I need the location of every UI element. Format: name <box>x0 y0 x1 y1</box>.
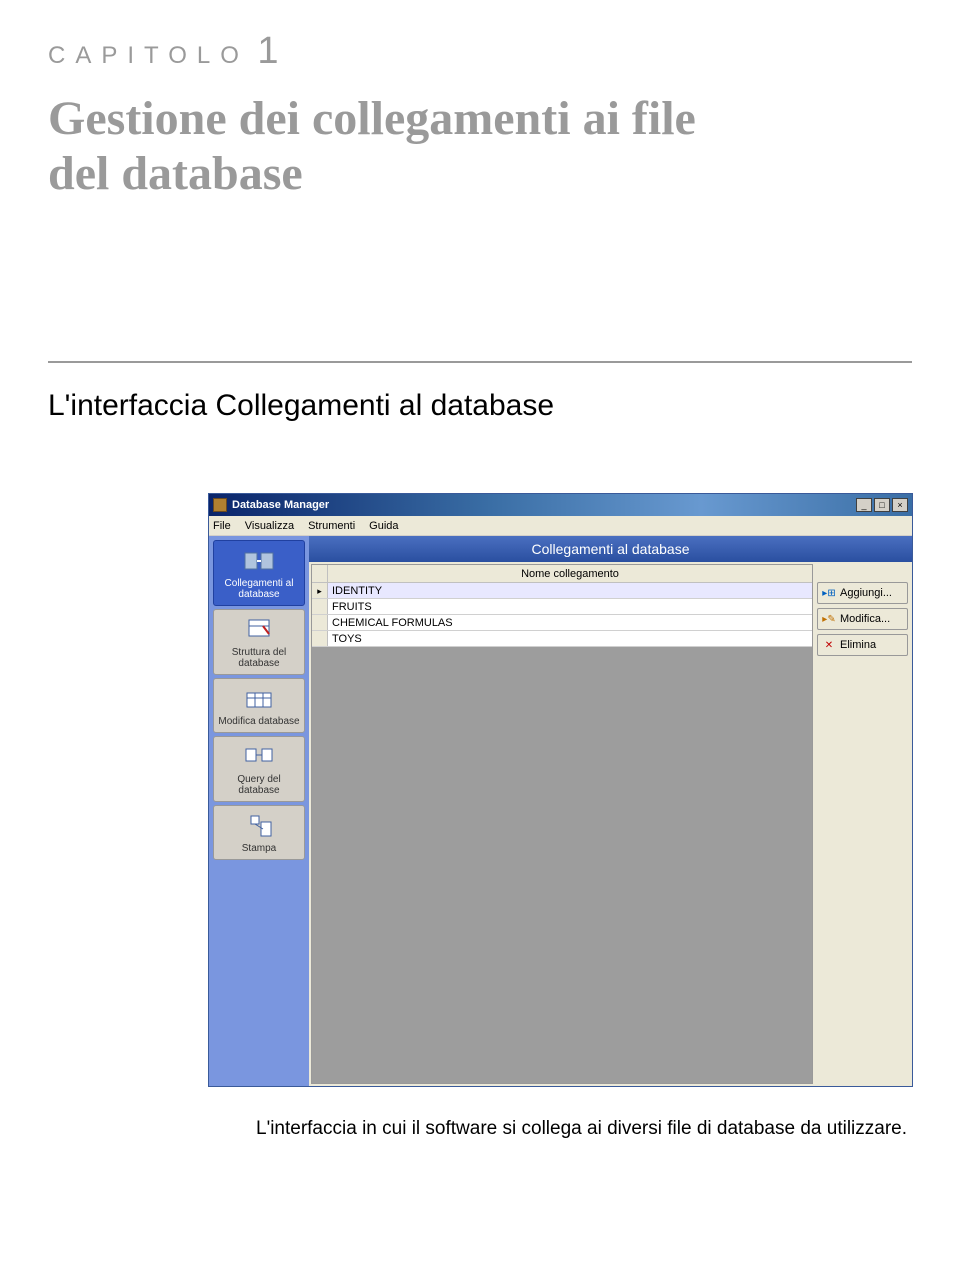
query-icon <box>243 743 275 771</box>
maximize-button[interactable]: □ <box>874 498 890 512</box>
chapter-heading: CAPITOLO 1 <box>48 30 912 73</box>
cell-nome: TOYS <box>328 631 812 646</box>
database-link-icon <box>243 547 275 575</box>
chapter-label: CAPITOLO <box>48 42 249 69</box>
menubar: File Visualizza Strumenti Guida <box>209 516 912 536</box>
titlebar: Database Manager _ □ × <box>209 494 912 516</box>
sidebar-item-label: Modifica database <box>218 716 299 727</box>
figure-caption: L'interfaccia in cui il software si coll… <box>256 1115 911 1144</box>
screenshot: Database Manager _ □ × File Visualizza S… <box>208 493 913 1087</box>
add-button[interactable]: ▸⊞ Aggiungi... <box>817 582 908 604</box>
close-button[interactable]: × <box>892 498 908 512</box>
column-header-nome[interactable]: Nome collegamento <box>328 565 812 582</box>
delete-button-label: Elimina <box>840 639 876 651</box>
delete-icon: ✕ <box>822 640 836 651</box>
edit-icon: ▸✎ <box>822 614 836 625</box>
row-marker <box>312 615 328 630</box>
edit-database-icon <box>243 685 275 713</box>
table-row[interactable]: CHEMICAL FORMULAS <box>312 615 812 631</box>
menu-visualizza[interactable]: Visualizza <box>245 520 294 532</box>
grid-header: Nome collegamento <box>312 565 812 583</box>
connection-grid: Nome collegamento ▸ IDENTITY FRUITS <box>311 564 813 1084</box>
title-line-1: Gestione dei collegamenti ai file <box>48 92 696 145</box>
main-panel-title: Collegamenti al database <box>309 536 912 562</box>
sidebar-item-query[interactable]: Query del database <box>213 736 305 802</box>
application-window: Database Manager _ □ × File Visualizza S… <box>208 493 913 1087</box>
print-icon <box>243 812 275 840</box>
cell-nome: IDENTITY <box>328 583 812 598</box>
menu-file[interactable]: File <box>213 520 231 532</box>
table-row[interactable]: FRUITS <box>312 599 812 615</box>
window-body: Collegamenti al database Struttura del d… <box>209 536 912 1086</box>
table-row[interactable]: TOYS <box>312 631 812 647</box>
sidebar-item-struttura[interactable]: Struttura del database <box>213 609 305 675</box>
section-title: L'interfaccia Collegamenti al database <box>48 389 912 423</box>
add-button-label: Aggiungi... <box>840 587 892 599</box>
app-icon <box>213 498 227 512</box>
row-marker: ▸ <box>312 583 328 598</box>
window-title: Database Manager <box>232 499 856 511</box>
window-controls: _ □ × <box>856 498 908 512</box>
delete-button[interactable]: ✕ Elimina <box>817 634 908 656</box>
action-buttons: ▸⊞ Aggiungi... ▸✎ Modifica... ✕ Elimina <box>815 564 910 1084</box>
main-panel: Collegamenti al database Nome collegamen… <box>309 536 912 1086</box>
cell-nome: FRUITS <box>328 599 812 614</box>
main-content: Nome collegamento ▸ IDENTITY FRUITS <box>309 562 912 1086</box>
sidebar: Collegamenti al database Struttura del d… <box>209 536 309 1086</box>
chapter-number: 1 <box>257 30 278 72</box>
row-marker <box>312 631 328 646</box>
divider <box>48 361 912 363</box>
modify-button[interactable]: ▸✎ Modifica... <box>817 608 908 630</box>
table-row[interactable]: ▸ IDENTITY <box>312 583 812 599</box>
sidebar-item-modifica[interactable]: Modifica database <box>213 678 305 733</box>
title-line-2: del database <box>48 147 303 200</box>
sidebar-item-collegamenti[interactable]: Collegamenti al database <box>213 540 305 606</box>
structure-icon <box>243 616 275 644</box>
cell-nome: CHEMICAL FORMULAS <box>328 615 812 630</box>
sidebar-item-label: Collegamenti al database <box>225 578 294 600</box>
grid-body: ▸ IDENTITY FRUITS CHEMICAL FORMULAS <box>312 583 812 1083</box>
grid-corner <box>312 565 328 582</box>
sidebar-item-label: Query del database <box>237 774 280 796</box>
chapter-title: Gestione dei collegamenti ai file del da… <box>48 91 912 201</box>
sidebar-item-label: Struttura del database <box>232 647 286 669</box>
minimize-button[interactable]: _ <box>856 498 872 512</box>
add-icon: ▸⊞ <box>822 588 836 599</box>
row-marker <box>312 599 328 614</box>
sidebar-item-stampa[interactable]: Stampa <box>213 805 305 860</box>
modify-button-label: Modifica... <box>840 613 890 625</box>
sidebar-item-label: Stampa <box>242 843 276 854</box>
menu-strumenti[interactable]: Strumenti <box>308 520 355 532</box>
menu-guida[interactable]: Guida <box>369 520 398 532</box>
